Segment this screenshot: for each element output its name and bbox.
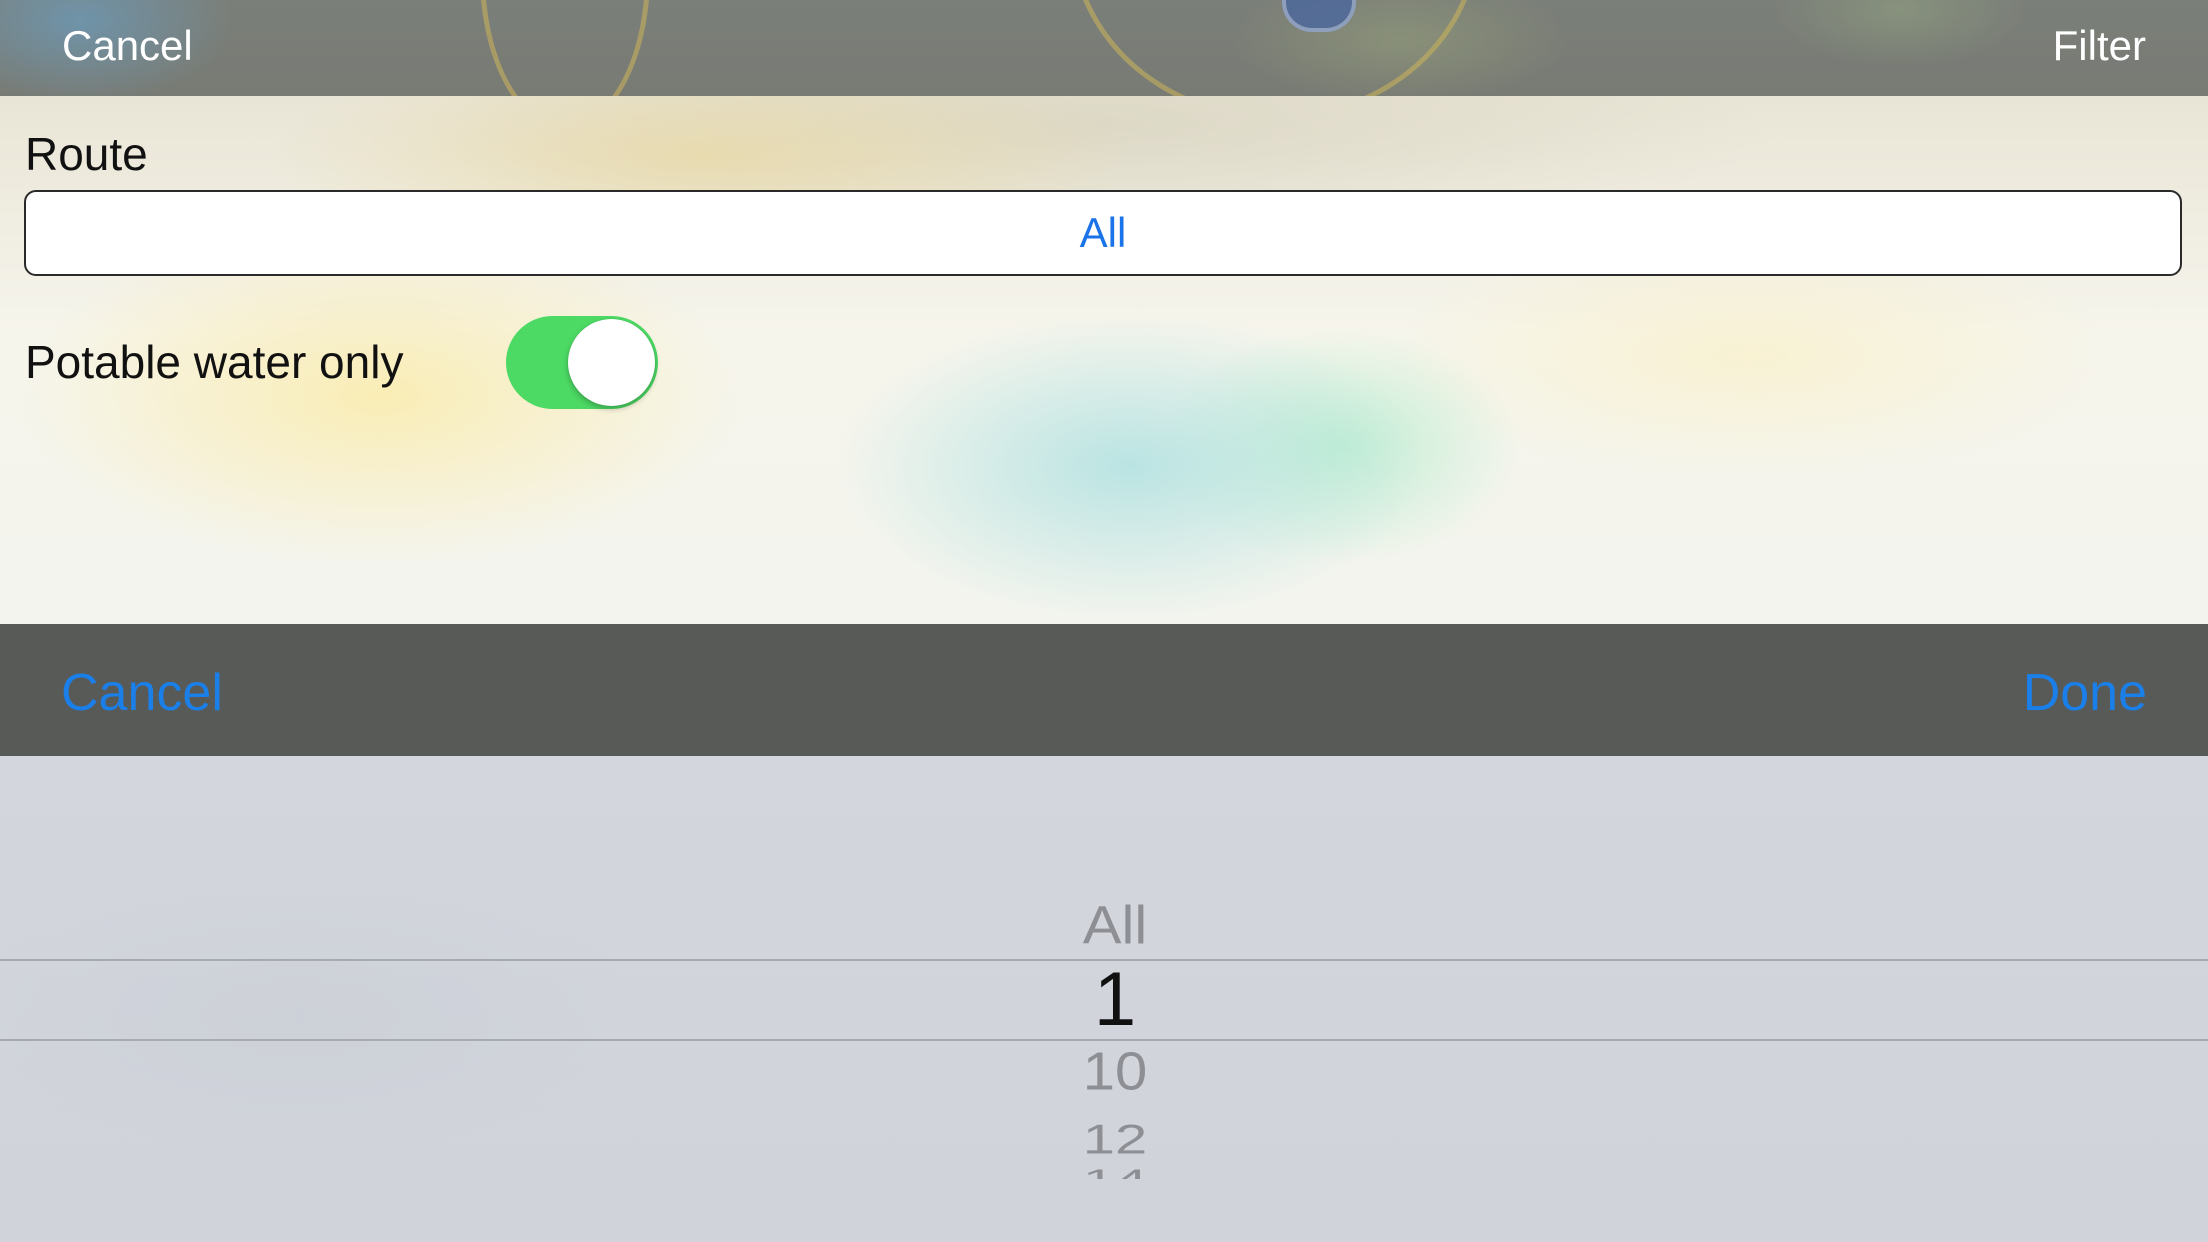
potable-water-label: Potable water only <box>25 336 404 388</box>
picker-option[interactable]: 14 <box>0 1164 2208 1179</box>
picker-cancel-button[interactable]: Cancel <box>61 662 223 724</box>
picker-option-selected[interactable]: 1 <box>0 960 2208 1040</box>
picker-option[interactable]: 10 <box>0 1042 2208 1102</box>
picker-option[interactable]: 12 <box>0 1117 2208 1163</box>
map-road <box>1070 0 1480 96</box>
picker-option[interactable]: All <box>0 896 2208 956</box>
picker-toolbar: Cancel Done <box>0 624 2208 756</box>
picker-done-button[interactable]: Done <box>2023 662 2147 724</box>
route-select-field[interactable]: All <box>24 190 2182 276</box>
route-label: Route <box>25 128 148 180</box>
top-nav-bar: Cancel Filter <box>0 0 2208 96</box>
cancel-button[interactable]: Cancel <box>62 20 193 72</box>
filter-button[interactable]: Filter <box>2053 20 2146 72</box>
filter-form: Route All Potable water only <box>0 96 2208 624</box>
potable-water-toggle[interactable] <box>506 316 658 409</box>
route-picker-wheel[interactable]: All 1 10 12 14 <box>0 756 2208 1242</box>
map-road <box>480 0 650 96</box>
route-value: All <box>1079 209 1127 256</box>
toggle-knob <box>568 319 655 406</box>
